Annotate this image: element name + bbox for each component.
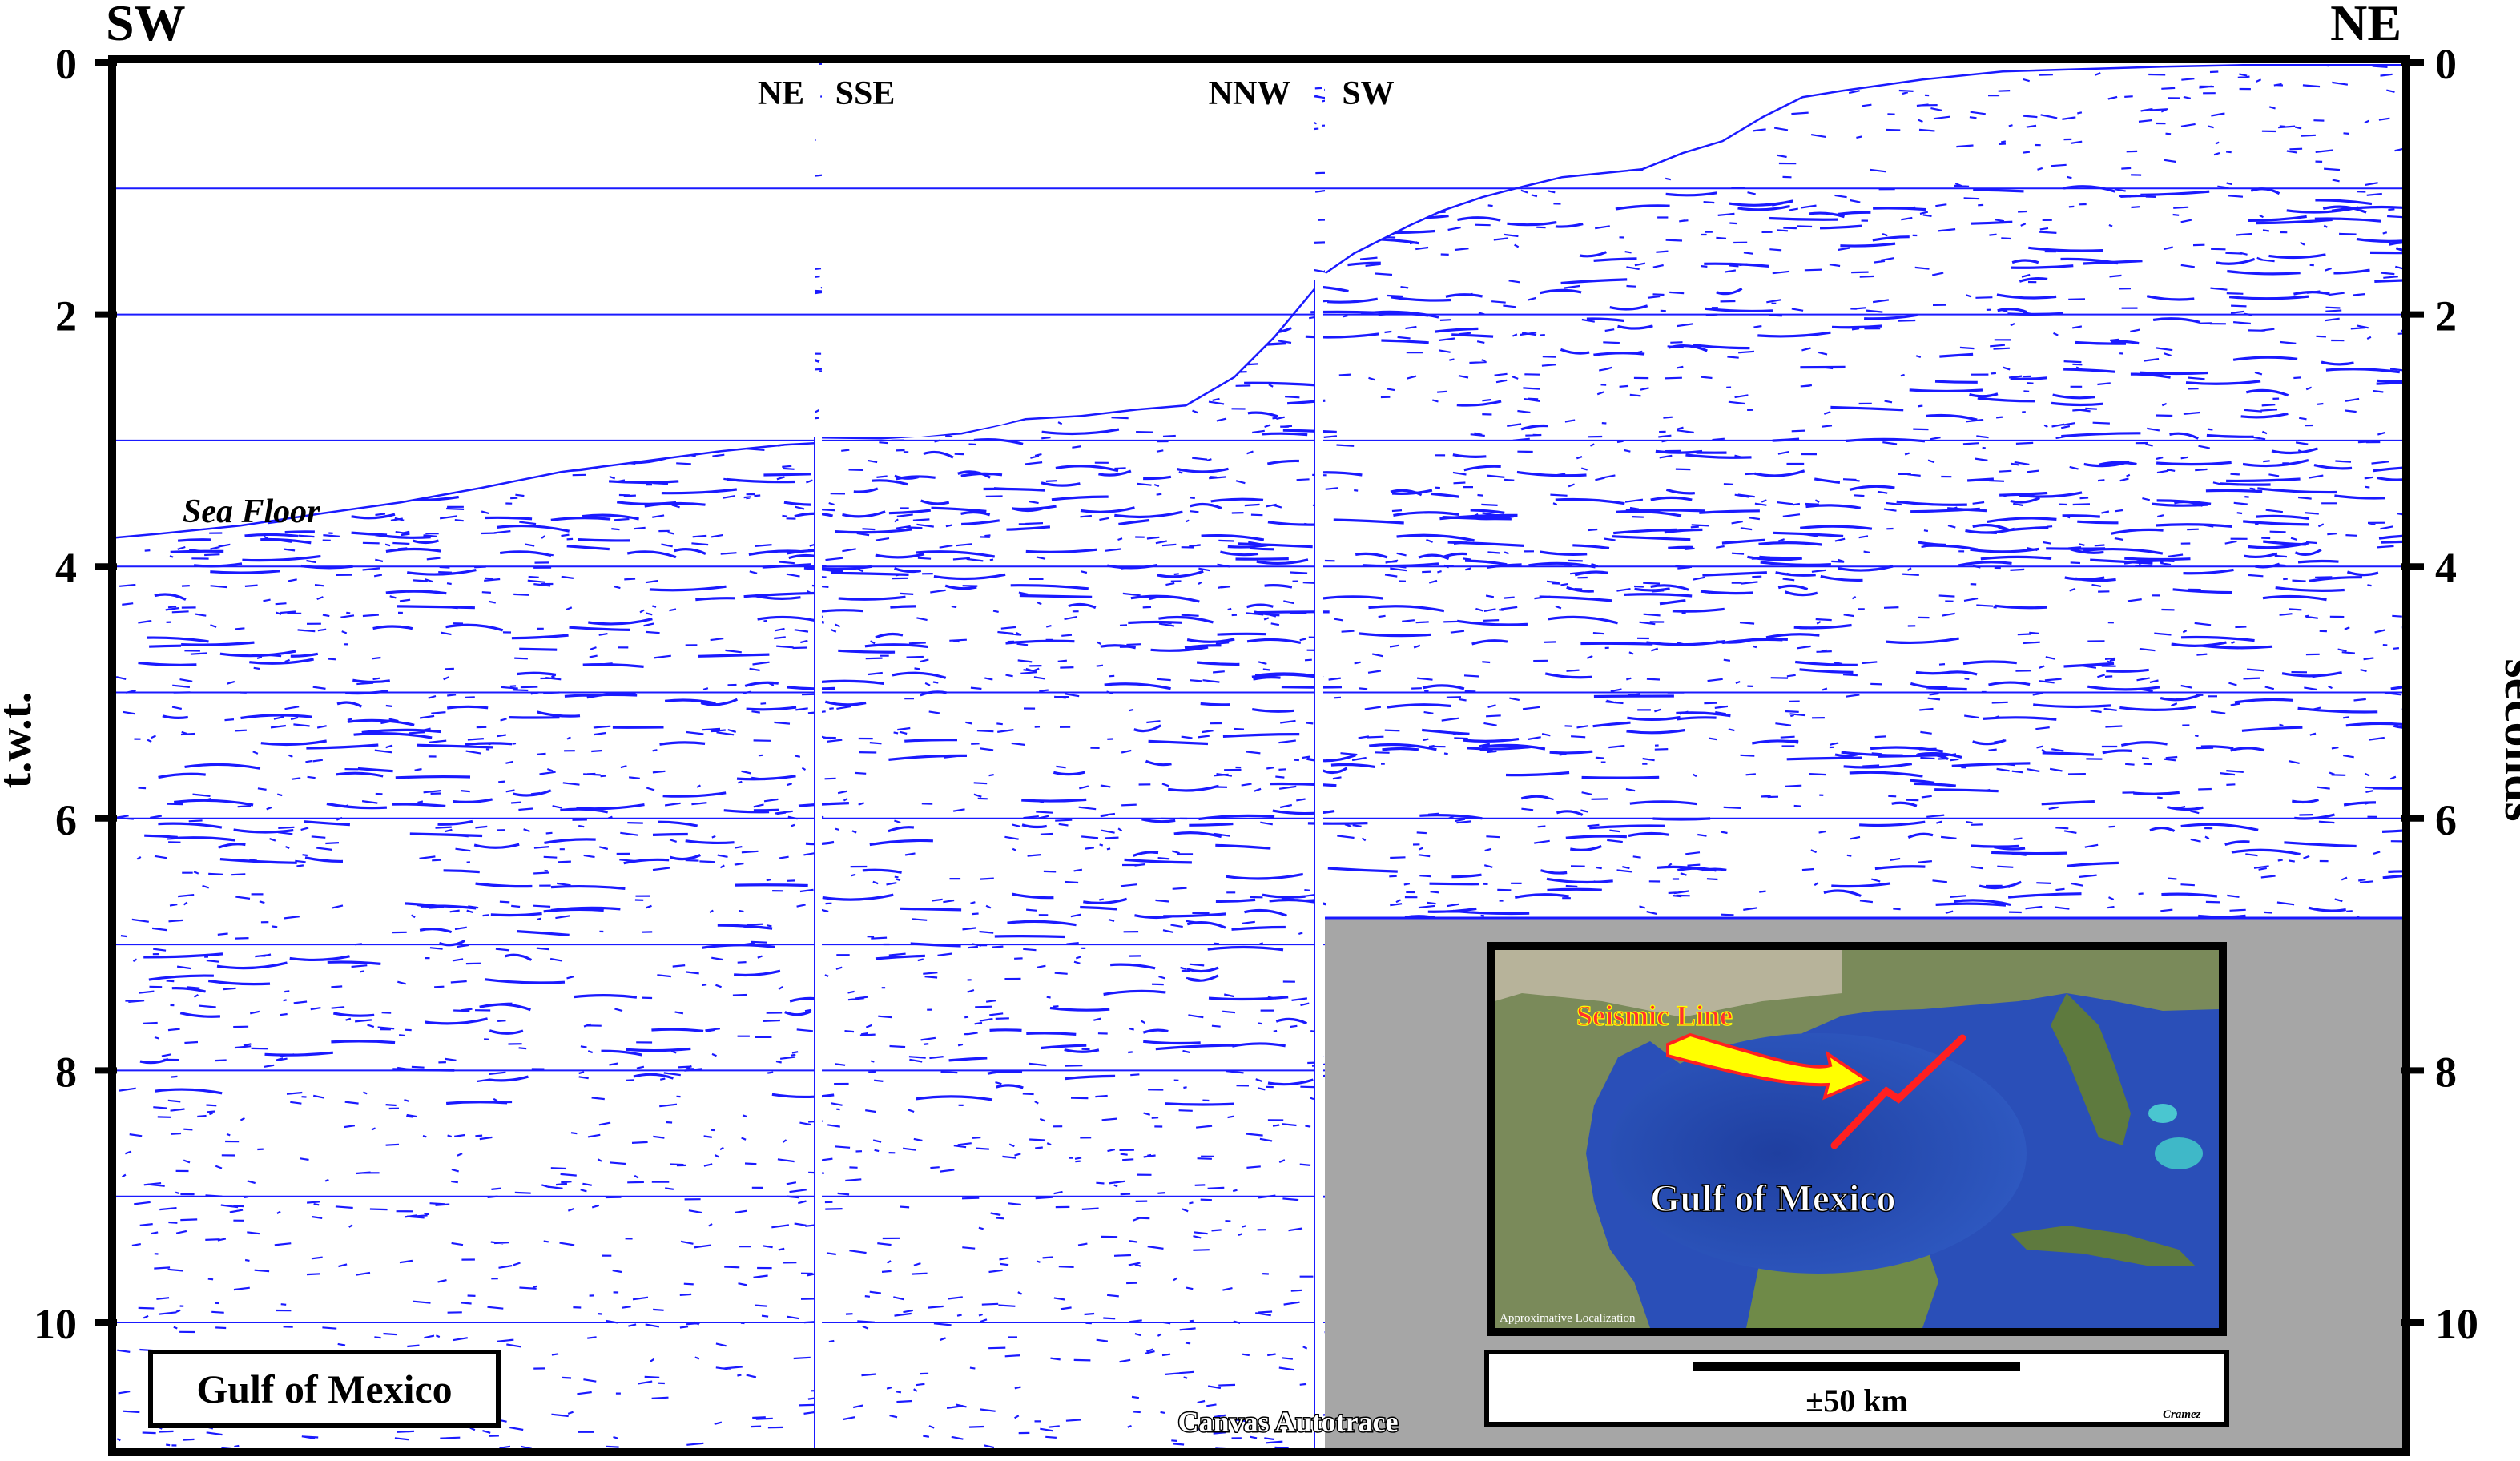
right-tick-label: 8 — [2435, 1048, 2457, 1096]
direction-left: SW — [106, 0, 186, 51]
seismic-line-label: Seismic Line — [1576, 1000, 1733, 1032]
title-box: Gulf of Mexico — [148, 1350, 501, 1428]
author-credit: Cramez — [2163, 1408, 2201, 1421]
left-tick-label: 10 — [34, 1300, 77, 1348]
right-tick-label: 10 — [2435, 1300, 2478, 1348]
direction-right: NE — [2330, 0, 2401, 51]
scale-bar: ±50 km Cramez — [1484, 1350, 2229, 1427]
title-box-text: Gulf of Mexico — [196, 1366, 452, 1411]
left-tick-label: 0 — [55, 40, 77, 88]
sea-floor-label: Sea Floor — [183, 493, 320, 530]
seismic-section-svg: Seismic Line Gulf of Mexico Approximativ… — [0, 0, 2520, 1456]
right-axis-title: seconds — [2494, 658, 2520, 821]
left-tick-label: 4 — [55, 544, 77, 592]
right-tick-label: 6 — [2435, 796, 2457, 844]
panel-gap-2 — [1315, 272, 1323, 1449]
software-credit: Canvas Autotrace — [1178, 1406, 1399, 1438]
inset-map: Seismic Line Gulf of Mexico Approximativ… — [1487, 942, 2227, 1336]
scale-label: ±50 km — [1805, 1383, 1908, 1419]
left-tick-label: 8 — [55, 1048, 77, 1096]
map-gulf-label: Gulf of Mexico — [1650, 1177, 1896, 1220]
bahamas-shelf — [2155, 1137, 2203, 1169]
panel-gap-1 — [815, 433, 822, 1449]
seismic-figure: Seismic Line Gulf of Mexico Approximativ… — [0, 0, 2520, 1457]
segment-label-3: NNW — [1209, 75, 1291, 112]
right-tick-label: 0 — [2435, 40, 2457, 88]
left-tick-label: 2 — [55, 292, 77, 340]
left-axis-title: t.w.t. — [0, 692, 41, 789]
segment-label-1: NE — [758, 75, 804, 112]
localization-note: Approximative Localization — [1500, 1312, 1636, 1325]
left-tick-label: 6 — [55, 796, 77, 844]
right-tick-label: 4 — [2435, 544, 2457, 592]
right-tick-label: 2 — [2435, 292, 2457, 340]
segment-label-4: SW — [1342, 75, 1394, 112]
scale-bar-line — [1693, 1362, 2020, 1371]
segment-label-2: SSE — [835, 75, 896, 112]
